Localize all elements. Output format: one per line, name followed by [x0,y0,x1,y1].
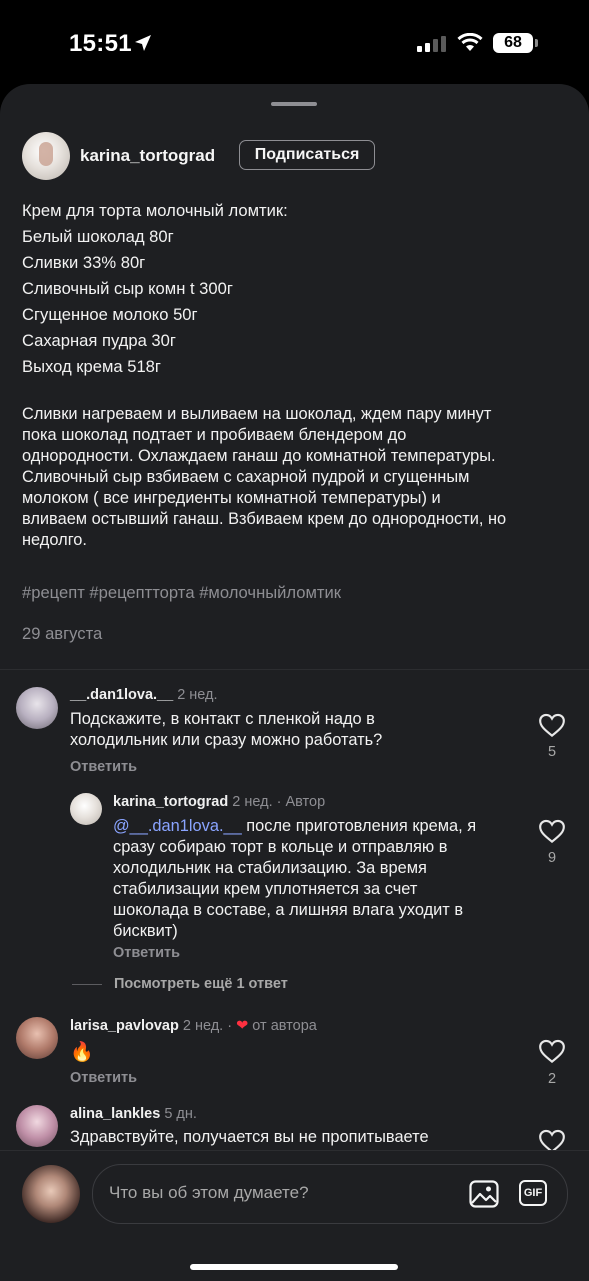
comment-text: @__.dan1lova.__ после приготовления крем… [113,816,476,942]
comment-header: karina_tortograd 2 нед. · Автор [113,794,325,810]
commenter-avatar[interactable] [16,1105,58,1147]
comment-text-line: холодильник или сразу можно работать? [70,731,383,749]
comment-text: Подскажите, в контакт с пленкой надо в х… [70,709,382,751]
battery-level: 68 [493,33,533,53]
reply-button[interactable]: Ответить [70,759,137,775]
view-more-replies-label[interactable]: Посмотреть ещё 1 ответ [114,976,288,992]
caption-line: Белый шоколад 80г [22,227,174,246]
like-count: 2 [547,1071,557,1087]
like-count: 5 [547,744,557,760]
heart-icon[interactable] [537,818,567,844]
comment-text: Здравствуйте, получается вы не пропитыва… [70,1127,429,1148]
post-hashtags[interactable]: #рецепт #рецепттортa #молочныйломтик [22,583,341,603]
caption-line: Сгущенное молоко 50г [22,305,198,324]
thread-line [72,984,102,985]
mention-link[interactable]: @__.dan1lova.__ [113,817,242,835]
caption-line: Сахарная пудра 30г [22,331,176,350]
comment-header: alina_lankles 5 дн. [70,1106,197,1122]
section-divider [0,669,589,670]
instruction-line: молоком ( все ингредиенты комнатной темп… [22,489,441,507]
comment-time: 2 нед. [232,794,273,810]
like-count: 9 [547,850,557,866]
comment-text-line: Здравствуйте, получается вы не пропитыва… [70,1128,429,1146]
commenter-username[interactable]: alina_lankles [70,1106,160,1122]
comment-time: 2 нед. [182,1018,224,1034]
location-arrow-icon [135,35,151,51]
comments-sheet: karina_tortograd Подписаться Крем для то… [0,84,589,1280]
comment-text-line: сразу собираю торт в кольце и отправляю … [113,838,448,856]
instruction-line: пока шоколад подтает и пробиваем блендер… [22,426,407,444]
comment-text-fragment: после приготовления крема, я [241,817,477,835]
instruction-line: однородности. Охлаждаем ганаш до комнатн… [22,447,496,465]
post-date: 29 августа [22,624,103,643]
liked-by-author-label: от автора [252,1018,317,1034]
status-time: 15:51 [69,30,132,57]
home-indicator [190,1264,398,1270]
comment-header: larisa_pavlovap 2 нед. · ❤ от автора [70,1018,317,1034]
comment-text-line: 🔥 [70,1042,94,1063]
commenter-avatar[interactable] [16,687,58,729]
comment: larisa_pavlovap 2 нед. · ❤ от автора 🔥 О… [0,1014,589,1094]
comment-time: 5 дн. [164,1106,197,1122]
image-picker-icon[interactable] [469,1180,499,1208]
heart-filled-icon: ❤ [236,1018,249,1034]
comment: alina_lankles 5 дн. Здравствуйте, получа… [0,1102,589,1153]
author-username[interactable]: karina_tortograd [80,146,215,166]
author-avatar[interactable] [22,132,70,180]
heart-icon[interactable] [537,712,567,738]
comment-text-line: шоколада в составе, а лишняя влага уходи… [113,901,464,919]
heart-icon[interactable] [537,1038,567,1064]
gif-picker-icon[interactable]: GIF [519,1180,547,1206]
commenter-avatar[interactable] [70,793,102,825]
wifi-icon [457,33,483,51]
comment-time: 2 нед. [177,687,218,703]
post-header: karina_tortograd Подписаться [22,132,582,182]
cellular-signal-icon [417,36,446,52]
caption-line: Крем для торта молочный ломтик: [22,201,288,220]
commenter-username[interactable]: karina_tortograd [113,794,228,810]
comment: __.dan1lova.__ 2 нед. Подскажите, в конт… [0,684,589,779]
author-tag: · Автор [276,794,326,810]
instruction-line: Сливочный сыр взбиваем с сахарной пудрой… [22,468,470,486]
instruction-line: Сливки нагреваем и выливаем на шоколад, … [22,405,492,423]
sheet-grabber[interactable] [271,102,317,106]
post-instructions: Сливки нагреваем и выливаем на шоколад, … [22,404,572,551]
post-caption: Крем для торта молочный ломтик: Белый шо… [22,198,572,380]
comment-reply: karina_tortograd 2 нед. · Автор @__.dan1… [0,790,589,970]
comment-text: 🔥 [70,1042,94,1063]
my-avatar [22,1165,80,1223]
caption-line: Сливочный сыр комн t 300г [22,279,233,298]
instruction-line: недолго. [22,531,87,549]
comment-text-line: стабилизации крем уплотняется за счет [113,880,418,898]
comment-input[interactable]: Что вы об этом думаете? GIF [92,1164,568,1224]
commenter-username[interactable]: __.dan1lova.__ [70,687,173,703]
separator-dot: · [227,1018,233,1034]
reply-button[interactable]: Ответить [113,945,180,961]
comment-header: __.dan1lova.__ 2 нед. [70,687,218,703]
caption-line: Сливки 33% 80г [22,253,146,272]
commenter-username[interactable]: larisa_pavlovap [70,1018,179,1034]
commenter-avatar[interactable] [16,1017,58,1059]
status-bar: 15:51 68 [0,0,589,86]
battery-tip [535,39,538,47]
comment-text-line: @__.dan1lova.__ после приготовления крем… [113,816,476,837]
comment-text-line: холодильник на стабилизацию. За время [113,859,427,877]
follow-button[interactable]: Подписаться [239,140,375,170]
comment-text-line: Подскажите, в контакт с пленкой надо в [70,710,375,728]
instruction-line: вливаем остывший ганаш. Взбиваем крем до… [22,510,507,528]
caption-line: Выход крема 518г [22,357,161,376]
comment-text-line: бисквит) [113,922,178,940]
comment-composer: Что вы об этом думаете? GIF [0,1150,589,1281]
reply-button[interactable]: Ответить [70,1070,137,1086]
comment-input-placeholder: Что вы об этом думаете? [109,1183,309,1202]
